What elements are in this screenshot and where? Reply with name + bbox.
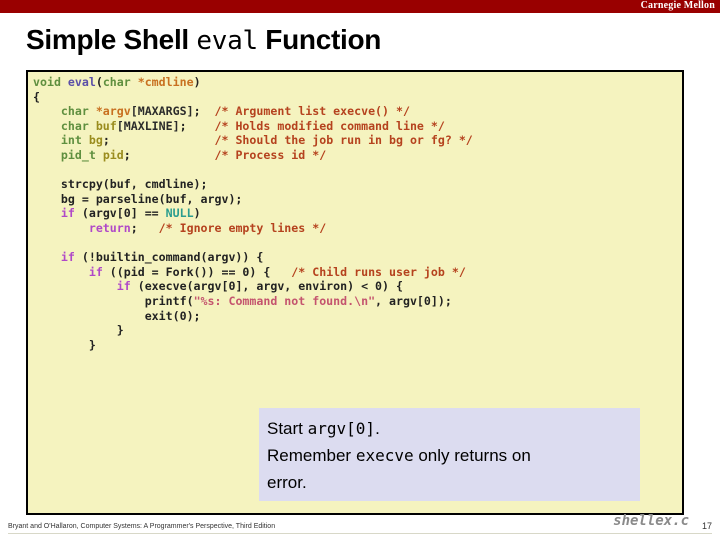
callout-line-2: Remember execve only returns on [267, 442, 640, 469]
callout-line-1: Start argv[0]. [267, 415, 640, 442]
slide-title-suffix: Function [257, 24, 382, 55]
carnegie-mellon-wordmark: Carnegie Mellon [640, 0, 715, 11]
annotation-callout-box: Start argv[0]. Remember execve only retu… [259, 408, 640, 501]
callout-line-2-suffix: only returns on [413, 446, 531, 465]
slide-page-number: 17 [701, 521, 712, 531]
slide-title-prefix: Simple Shell [26, 24, 197, 55]
source-filename-label: shellex.c [613, 513, 689, 529]
slide-footer-attribution: Bryant and O'Hallaron, Computer Systems:… [8, 523, 276, 530]
slide-title-mono-eval: eval [196, 26, 258, 56]
code-listing: void eval(char *cmdline) { char *argv[MA… [33, 75, 473, 352]
callout-line-1-prefix: Start [267, 419, 308, 438]
callout-line-3: error. [267, 473, 307, 492]
callout-line-2-prefix: Remember [267, 446, 356, 465]
slide-title: Simple Shell eval Function [26, 24, 381, 56]
footer-divider [8, 533, 712, 534]
callout-line-1-suffix: . [375, 419, 380, 438]
callout-line-1-mono: argv[0] [307, 419, 376, 438]
callout-line-2-mono: execve [355, 446, 414, 465]
carnegie-mellon-header-band: Carnegie Mellon [0, 0, 720, 13]
